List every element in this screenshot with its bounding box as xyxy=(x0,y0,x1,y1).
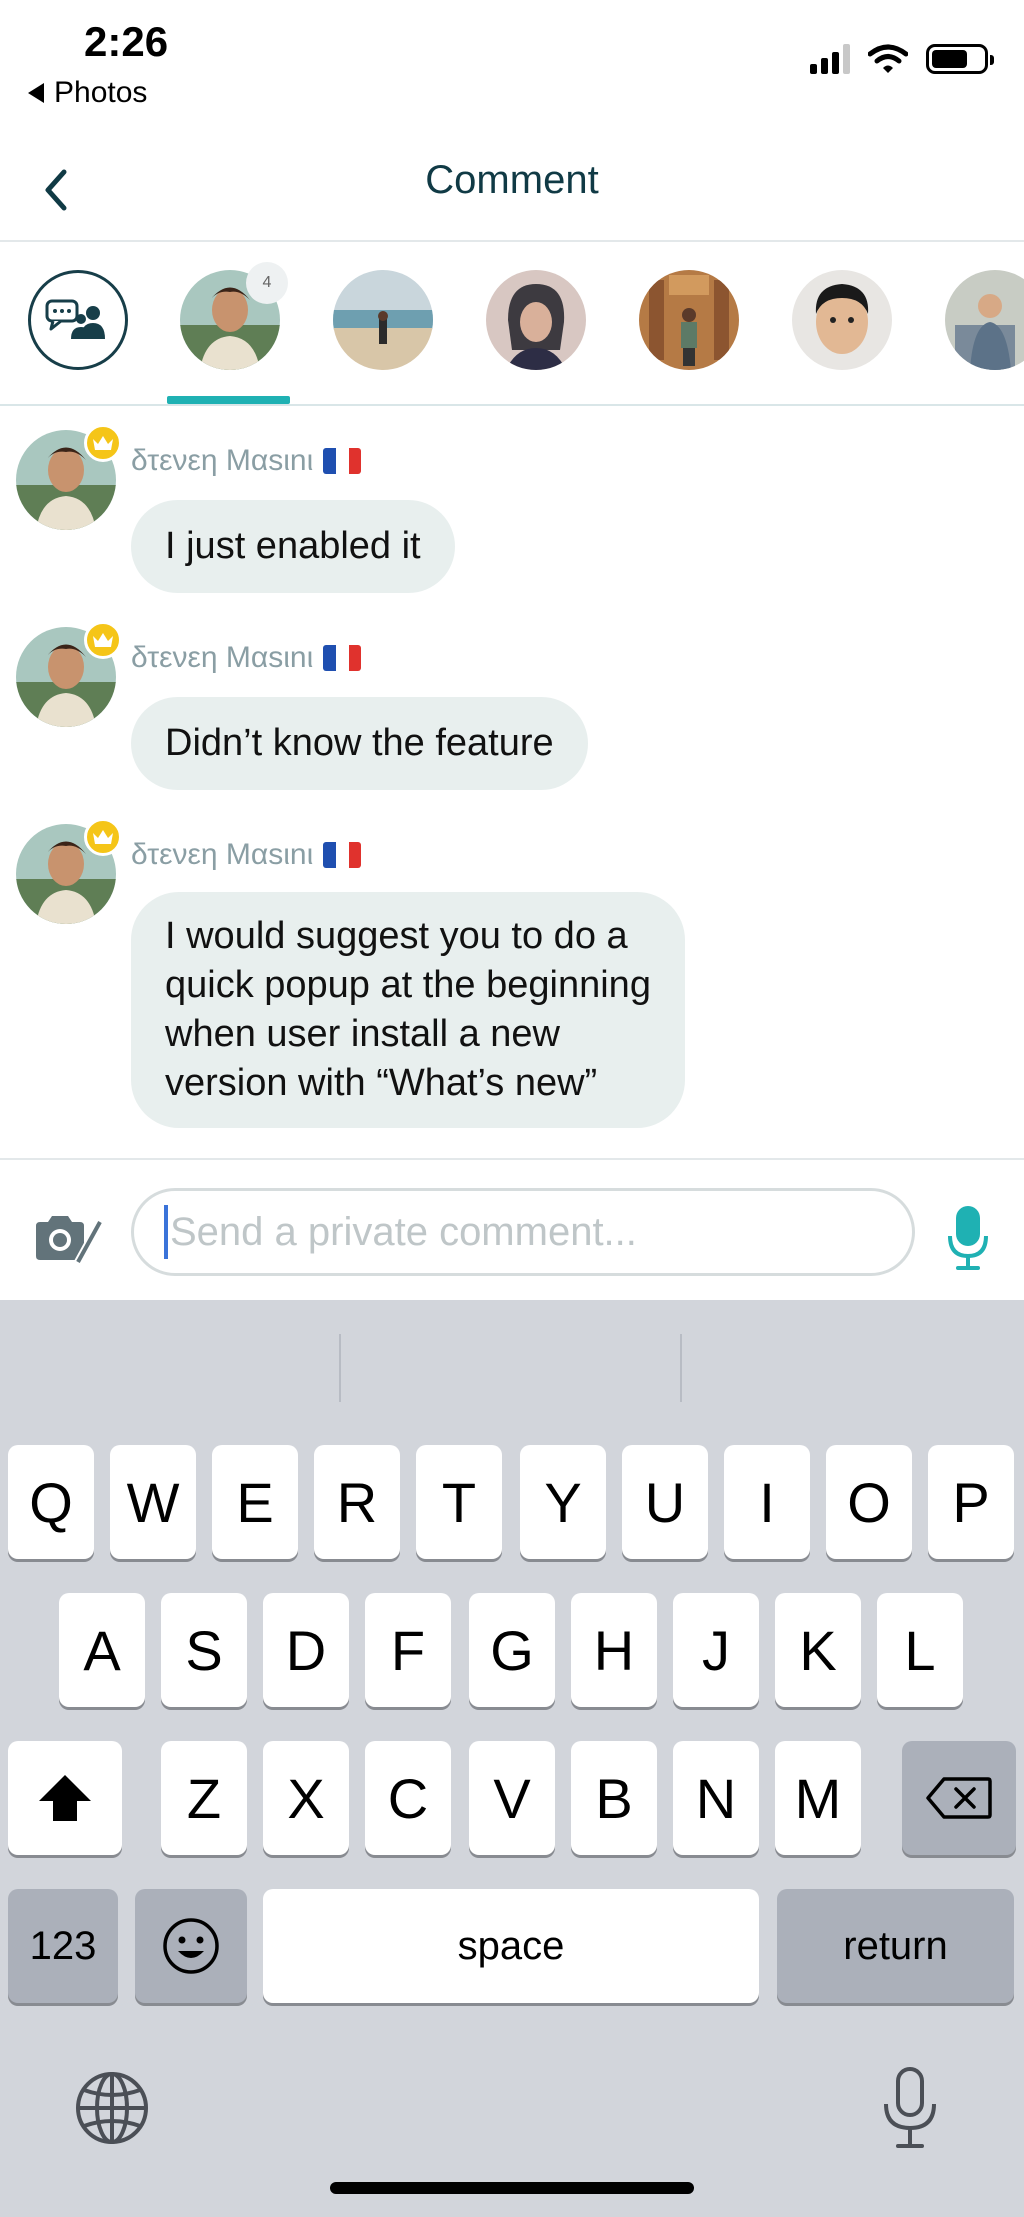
message-line: version with “What’s new” xyxy=(165,1062,598,1104)
key-e[interactable]: E xyxy=(212,1445,298,1559)
voice-record-icon[interactable] xyxy=(946,1204,990,1274)
suggestion-divider xyxy=(339,1334,341,1402)
space-key[interactable]: space xyxy=(263,1889,759,2003)
screen: 2:26 Photos Comment 4 δτενεη Μαsιnι I ju… xyxy=(0,0,1024,2217)
delete-key[interactable] xyxy=(902,1741,1016,1855)
return-key[interactable]: return xyxy=(777,1889,1014,2003)
key-f[interactable]: F xyxy=(365,1593,451,1707)
key-d[interactable]: D xyxy=(263,1593,349,1707)
key-t[interactable]: T xyxy=(416,1445,502,1559)
message-line: when user install a new xyxy=(165,1013,560,1055)
france-flag-icon xyxy=(323,645,362,671)
status-time: 2:26 xyxy=(84,18,169,65)
wifi-icon xyxy=(868,44,908,73)
key-r[interactable]: R xyxy=(314,1445,400,1559)
status-indicators xyxy=(810,44,994,74)
comment-input[interactable]: Send a private comment... xyxy=(131,1188,915,1276)
sender-name: δτενεη Μαsιnι xyxy=(131,641,362,675)
key-u[interactable]: U xyxy=(622,1445,708,1559)
crown-badge-icon xyxy=(84,621,122,659)
key-p[interactable]: P xyxy=(928,1445,1014,1559)
key-q[interactable]: Q xyxy=(8,1445,94,1559)
participant-avatar[interactable] xyxy=(945,270,1024,370)
france-flag-icon xyxy=(323,842,362,868)
key-c[interactable]: C xyxy=(365,1741,451,1855)
crown-badge-icon xyxy=(84,424,122,462)
sender-name-text: δτενεη Μαsιnι xyxy=(131,444,314,477)
participant-avatar[interactable] xyxy=(486,270,586,370)
sender-name: δτενεη Μαsιnι xyxy=(131,838,362,872)
globe-icon[interactable] xyxy=(74,2070,150,2146)
shift-arrow-icon xyxy=(39,1775,91,1821)
message-bubble: I just enabled it xyxy=(131,500,455,593)
key-z[interactable]: Z xyxy=(161,1741,247,1855)
composer-bar: Send a private comment... xyxy=(0,1158,1024,1300)
crown-badge-icon xyxy=(84,818,122,856)
sender-name-text: δτενεη Μαsιnι xyxy=(131,838,314,871)
key-i[interactable]: I xyxy=(724,1445,810,1559)
participant-avatar[interactable] xyxy=(333,270,433,370)
keyboard: Q W E R T Y U I O P A S D F G H J K L Z … xyxy=(0,1300,1024,2217)
cellular-signal-icon xyxy=(810,44,850,74)
numbers-key[interactable]: 123 xyxy=(8,1889,118,2003)
key-a[interactable]: A xyxy=(59,1593,145,1707)
backspace-icon xyxy=(926,1777,992,1819)
message-line: quick popup at the beginning xyxy=(165,964,651,1006)
participant-strip xyxy=(0,244,1024,406)
key-k[interactable]: K xyxy=(775,1593,861,1707)
france-flag-icon xyxy=(323,448,362,474)
shift-key[interactable] xyxy=(8,1741,122,1855)
comment-placeholder: Send a private comment... xyxy=(170,1209,637,1254)
dictation-mic-icon[interactable] xyxy=(880,2066,940,2150)
key-o[interactable]: O xyxy=(826,1445,912,1559)
message-bubble: I would suggest you to do a quick popup … xyxy=(131,892,685,1128)
key-h[interactable]: H xyxy=(571,1593,657,1707)
participant-avatar[interactable] xyxy=(639,270,739,370)
key-v[interactable]: V xyxy=(469,1741,555,1855)
key-x[interactable]: X xyxy=(263,1741,349,1855)
suggestion-divider xyxy=(680,1334,682,1402)
emoji-icon xyxy=(163,1918,219,1974)
page-title: Comment xyxy=(425,158,599,202)
sender-name: δτενεη Μαsιnι xyxy=(131,444,362,478)
key-n[interactable]: N xyxy=(673,1741,759,1855)
key-w[interactable]: W xyxy=(110,1445,196,1559)
key-b[interactable]: B xyxy=(571,1741,657,1855)
camera-icon[interactable] xyxy=(32,1212,104,1264)
battery-icon xyxy=(926,44,994,74)
emoji-key[interactable] xyxy=(135,1889,247,2003)
nav-bar: Comment xyxy=(0,140,1024,242)
key-g[interactable]: G xyxy=(469,1593,555,1707)
message-bubble: Didn’t know the feature xyxy=(131,697,588,790)
group-comments-icon[interactable] xyxy=(28,270,128,370)
key-l[interactable]: L xyxy=(877,1593,963,1707)
key-y[interactable]: Y xyxy=(520,1445,606,1559)
key-m[interactable]: M xyxy=(775,1741,861,1855)
key-s[interactable]: S xyxy=(161,1593,247,1707)
message-line: I would suggest you to do a xyxy=(165,915,628,957)
key-j[interactable]: J xyxy=(673,1593,759,1707)
text-caret xyxy=(164,1205,168,1259)
unread-count-badge: 4 xyxy=(246,262,288,304)
back-triangle-icon xyxy=(28,83,44,103)
back-app-label: Photos xyxy=(54,76,148,109)
sender-name-text: δτενεη Μαsιnι xyxy=(131,641,314,674)
back-to-app-link[interactable]: Photos xyxy=(28,76,147,110)
home-indicator xyxy=(330,2182,694,2194)
participant-avatar[interactable] xyxy=(792,270,892,370)
active-tab-indicator xyxy=(167,396,290,404)
